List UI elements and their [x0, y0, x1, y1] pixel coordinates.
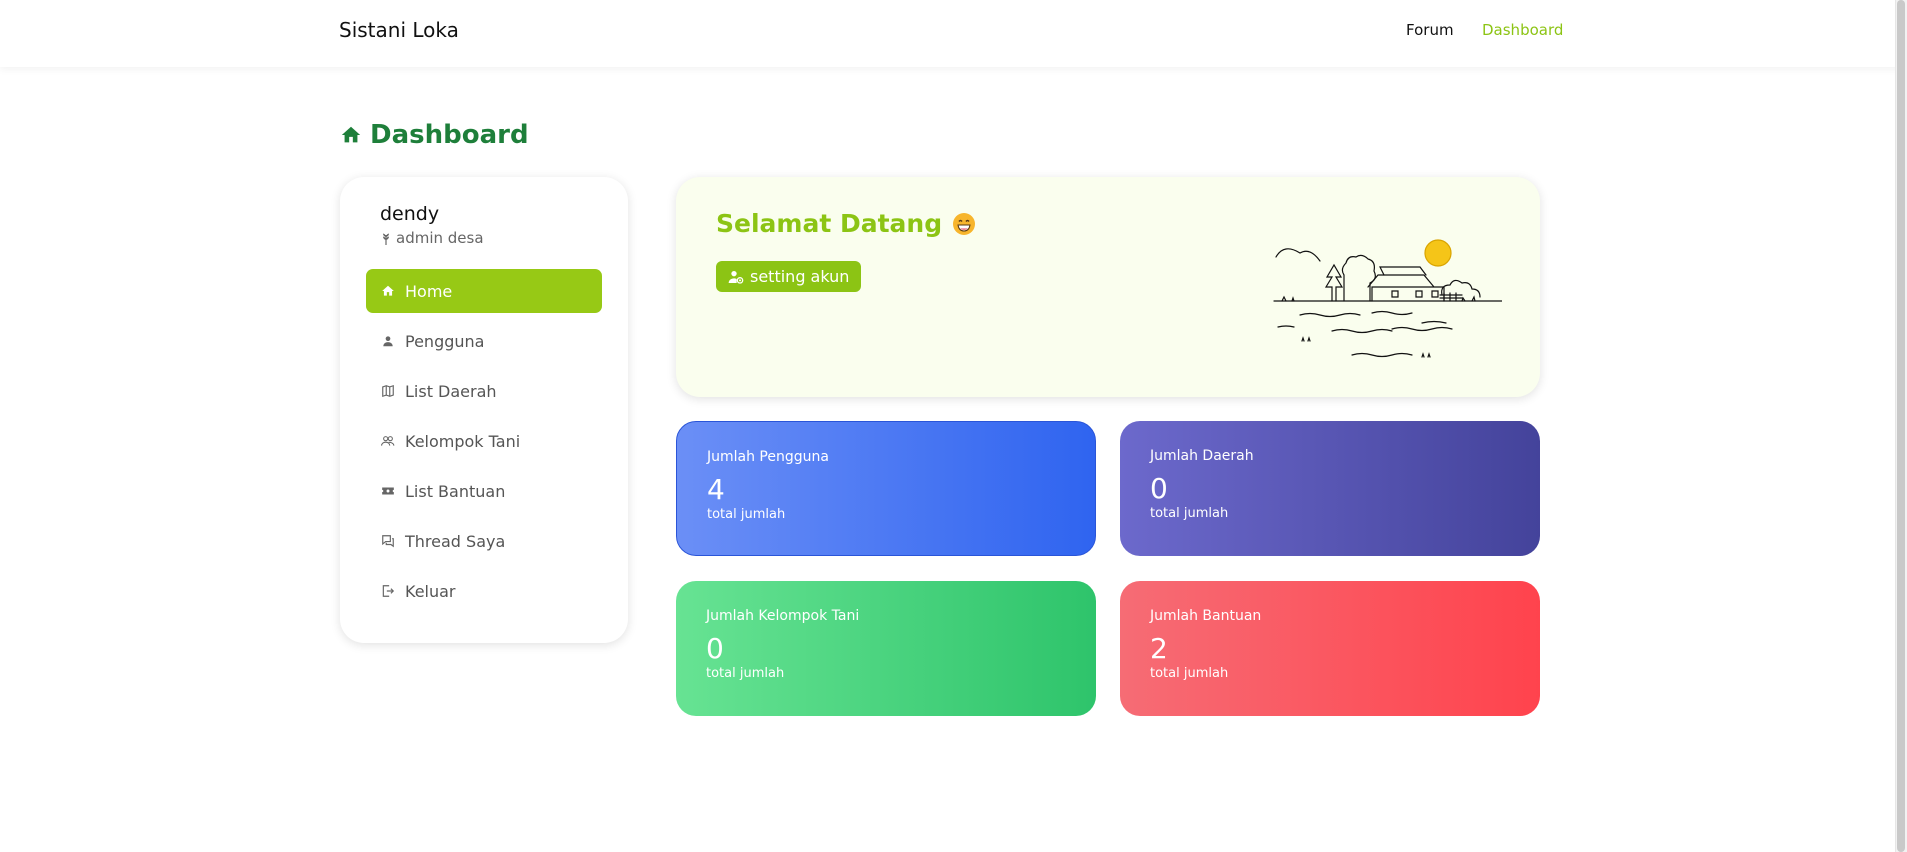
stat-value: 0: [706, 632, 724, 665]
user-role-text: admin desa: [396, 229, 484, 247]
ticket-icon: [382, 487, 394, 495]
logout-icon: [382, 585, 395, 597]
sidebar-item-keluar[interactable]: Keluar: [366, 569, 602, 613]
stat-card-jumlah-pengguna: Jumlah Pengguna 4 total jumlah: [676, 421, 1096, 556]
top-navbar: Sistani Loka Forum Dashboard: [0, 0, 1907, 67]
sidebar-item-list-daerah[interactable]: List Daerah: [366, 369, 602, 413]
welcome-title: Selamat Datang: [716, 209, 976, 238]
user-name: dendy: [380, 203, 440, 225]
page-title-text: Dashboard: [370, 120, 529, 150]
sidebar: dendy admin desa Home Pengguna List Daer…: [340, 177, 628, 643]
sidebar-item-list-bantuan[interactable]: List Bantuan: [366, 469, 602, 513]
sidebar-item-pengguna[interactable]: Pengguna: [366, 319, 602, 363]
stat-value: 4: [707, 473, 725, 506]
page-scrollbar[interactable]: [1895, 0, 1907, 852]
chat-icon: [382, 535, 394, 548]
wheat-icon: [383, 233, 389, 245]
user-gear-icon: [728, 270, 744, 284]
setting-account-button[interactable]: setting akun: [716, 261, 862, 292]
stat-label: Jumlah Bantuan: [1150, 608, 1262, 624]
page-title: Dashboard: [340, 120, 529, 150]
user-icon: [383, 336, 393, 347]
nav-link-dashboard[interactable]: Dashboard: [1482, 21, 1563, 39]
sidebar-item-label: Keluar: [405, 581, 456, 601]
sidebar-item-label: Pengguna: [405, 331, 485, 351]
stat-subtitle: total jumlah: [706, 666, 785, 681]
group-icon: [381, 436, 395, 446]
sidebar-item-kelompok-tani[interactable]: Kelompok Tani: [366, 419, 602, 463]
stat-card-jumlah-bantuan: Jumlah Bantuan 2 total jumlah: [1120, 581, 1540, 716]
stat-label: Jumlah Kelompok Tani: [706, 608, 860, 624]
stat-subtitle: total jumlah: [707, 507, 786, 522]
nav-link-forum[interactable]: Forum: [1406, 21, 1454, 39]
welcome-title-text: Selamat Datang: [716, 209, 943, 238]
stat-value: 2: [1150, 632, 1168, 665]
sidebar-menu: Home Pengguna List Daerah Kelompok Tani …: [366, 269, 602, 619]
sidebar-item-thread-saya[interactable]: Thread Saya: [366, 519, 602, 563]
home-icon: [382, 285, 394, 296]
stat-card-jumlah-kelompok-tani: Jumlah Kelompok Tani 0 total jumlah: [676, 581, 1096, 716]
stat-label: Jumlah Daerah: [1150, 448, 1254, 464]
user-role: admin desa: [380, 229, 484, 247]
sidebar-item-label: Thread Saya: [405, 531, 506, 551]
sidebar-item-label: List Bantuan: [405, 481, 506, 501]
grinning-face-icon: [953, 212, 976, 235]
scrollbar-thumb[interactable]: [1897, 0, 1905, 852]
stat-value: 0: [1150, 472, 1168, 505]
sidebar-item-label: Kelompok Tani: [405, 431, 521, 451]
sidebar-item-label: Home: [405, 281, 453, 301]
welcome-card: Selamat Datang setting akun: [676, 177, 1540, 397]
stat-subtitle: total jumlah: [1150, 666, 1229, 681]
home-icon: [341, 126, 361, 143]
map-icon: [382, 384, 394, 398]
stat-card-jumlah-daerah: Jumlah Daerah 0 total jumlah: [1120, 421, 1540, 556]
farm-landscape-illustration: [1273, 239, 1502, 358]
brand-logo[interactable]: Sistani Loka: [339, 18, 459, 42]
sidebar-item-home[interactable]: Home: [366, 269, 602, 313]
stat-subtitle: total jumlah: [1150, 506, 1229, 521]
stat-label: Jumlah Pengguna: [707, 449, 829, 465]
setting-account-label: setting akun: [750, 267, 850, 286]
sidebar-item-label: List Daerah: [405, 381, 497, 401]
